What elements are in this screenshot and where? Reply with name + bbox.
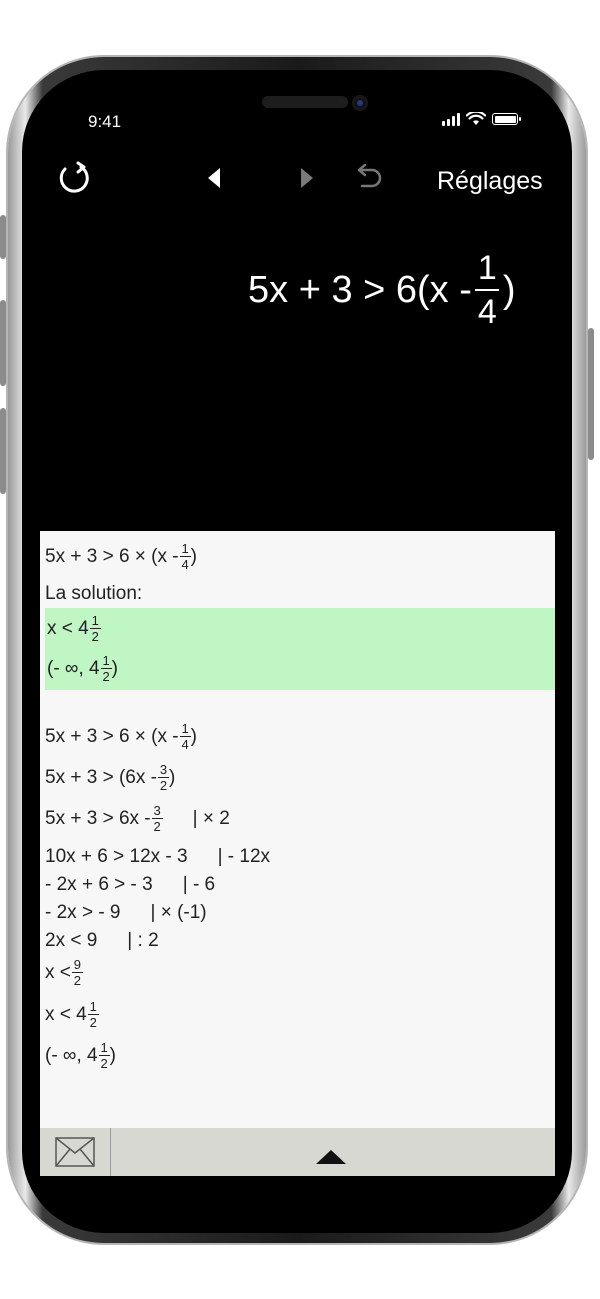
step-text: ) xyxy=(109,1044,116,1066)
expression-numerator: 1 xyxy=(477,249,497,287)
step-text: (- ∞, 4 xyxy=(45,1044,98,1066)
share-email-button[interactable] xyxy=(40,1128,111,1176)
step-text: 5x + 3 > 6x - xyxy=(45,807,151,829)
fraction: 14 xyxy=(179,721,191,752)
cellular-signal-icon xyxy=(442,112,460,126)
settings-link[interactable]: Réglages xyxy=(437,167,543,196)
bottom-bar xyxy=(40,1128,555,1176)
step-operation: | × 2 xyxy=(192,807,230,829)
step-text: 2x < 9 xyxy=(45,930,98,951)
back-arrow-icon[interactable] xyxy=(205,166,223,190)
step-text: 5x + 3 > 6 × (x - xyxy=(45,725,179,747)
step-line: - 2x + 6 > - 3 | - 6 xyxy=(45,874,215,896)
fraction: 32 xyxy=(151,803,163,834)
fraction: 92 xyxy=(71,957,83,988)
step-line: - 2x > - 9 | × (-1) xyxy=(45,902,207,924)
step-line: x < 4 12 xyxy=(45,1000,99,1029)
collapse-up-icon[interactable] xyxy=(314,1148,348,1166)
step-text: x < xyxy=(45,961,71,983)
wifi-icon xyxy=(466,112,486,125)
step-line: (- ∞, 4 12 ) xyxy=(45,1041,116,1070)
step-line: x < 92 xyxy=(45,958,83,987)
step-line: 2x < 9 | : 2 xyxy=(45,930,159,952)
step-text: ) xyxy=(168,766,176,788)
fraction: 12 xyxy=(89,613,101,644)
step-line: 10x + 6 > 12x - 3 | - 12x xyxy=(45,846,270,868)
mail-icon xyxy=(55,1137,95,1167)
step-operation: | - 12x xyxy=(217,846,271,867)
problem-line: 5x + 3 > 6 × (x - 14 ) xyxy=(45,542,197,571)
step-text: ) xyxy=(190,725,197,747)
fraction: 12 xyxy=(100,653,112,684)
volume-up-button xyxy=(0,300,6,386)
solution-interval: (- ∞, 4 12 ) xyxy=(47,654,118,683)
mute-switch xyxy=(0,215,6,259)
step-text: ) xyxy=(190,545,197,567)
solution-inequality: x < 4 12 xyxy=(47,614,101,643)
speaker-grille xyxy=(262,96,348,108)
status-time: 9:41 xyxy=(88,112,122,131)
volume-down-button xyxy=(0,408,6,494)
undo-icon[interactable] xyxy=(353,164,383,192)
step-line: 5x + 3 > 6x - 32 | × 2 xyxy=(45,804,230,833)
fraction: 14 xyxy=(179,541,191,572)
step-text: - 2x > - 9 xyxy=(45,902,121,923)
step-text: ) xyxy=(111,657,118,679)
step-text: (- ∞, 4 xyxy=(47,657,100,679)
step-text: 5x + 3 > 6 × (x - xyxy=(45,545,179,567)
battery-icon xyxy=(492,113,521,125)
status-icons xyxy=(442,112,521,126)
expression-right: ) xyxy=(502,268,516,311)
input-expression: 5x + 3 > 6(x - 1 4 ) xyxy=(248,244,548,336)
expression-left: 5x + 3 > 6(x - xyxy=(248,268,472,311)
solution-label: La solution: xyxy=(45,583,143,604)
fraction: 32 xyxy=(157,762,169,793)
expression-fraction: 1 4 xyxy=(474,251,501,329)
front-camera xyxy=(352,95,368,111)
step-text: 5x + 3 > (6x - xyxy=(45,766,157,788)
reset-icon[interactable] xyxy=(56,160,92,196)
step-operation: | : 2 xyxy=(127,930,159,951)
fraction: 12 xyxy=(87,999,99,1030)
expression-denominator: 4 xyxy=(477,293,497,331)
forward-arrow-icon[interactable] xyxy=(298,166,316,190)
fraction: 12 xyxy=(98,1040,110,1071)
step-line: 5x + 3 > 6 × (x - 14 ) xyxy=(45,722,197,751)
power-button xyxy=(588,328,594,460)
step-text: x < 4 xyxy=(45,1003,87,1025)
step-line: 5x + 3 > (6x - 32 ) xyxy=(45,763,175,792)
step-text: x < 4 xyxy=(47,617,89,639)
step-operation: | - 6 xyxy=(182,874,216,895)
step-text: 10x + 6 > 12x - 3 xyxy=(45,846,188,867)
solution-highlight xyxy=(45,608,555,690)
step-text: - 2x + 6 > - 3 xyxy=(45,874,153,895)
step-operation: | × (-1) xyxy=(150,902,207,923)
